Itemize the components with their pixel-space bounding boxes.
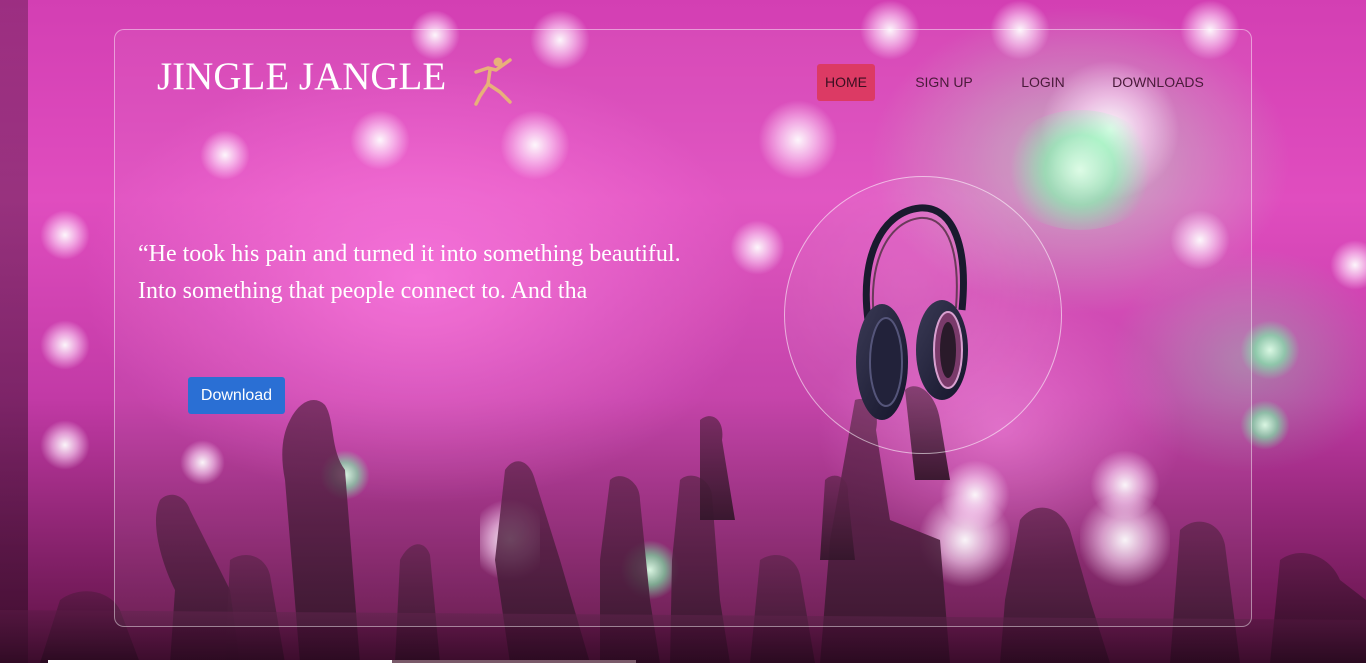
nav-downloads[interactable]: DOWNLOADS — [1104, 64, 1212, 101]
glass-card — [114, 29, 1252, 627]
download-button[interactable]: Download — [188, 377, 285, 414]
nav-login[interactable]: LOGIN — [1012, 64, 1074, 101]
main-nav: HOME SIGN UP LOGIN DOWNLOADS — [0, 64, 1366, 101]
nav-home[interactable]: HOME — [817, 64, 875, 101]
hero-quote: “He took his pain and turned it into som… — [138, 241, 681, 304]
headphones-icon — [856, 204, 968, 420]
nav-sign-up[interactable]: SIGN UP — [906, 64, 982, 101]
